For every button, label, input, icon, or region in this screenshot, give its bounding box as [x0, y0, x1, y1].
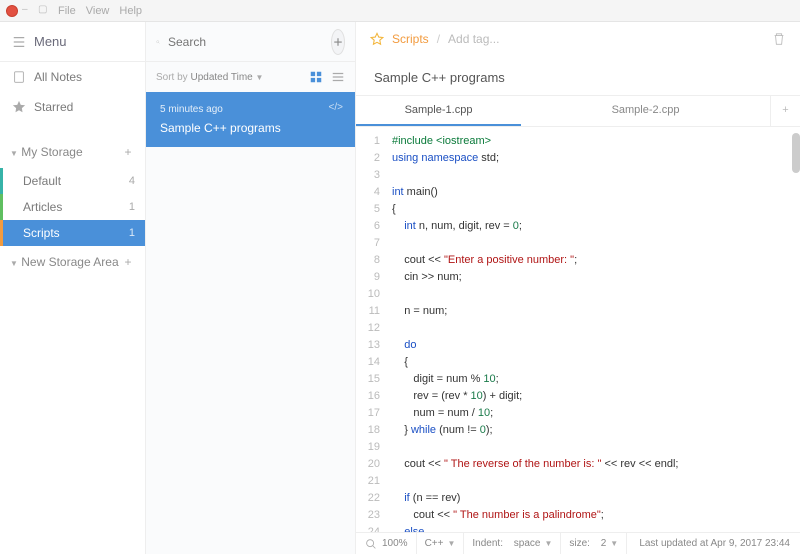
editor-tab[interactable]: Sample-2.cpp [521, 96, 770, 126]
note-title[interactable]: Sample C++ programs [356, 56, 800, 95]
window-min-button[interactable]: – [22, 5, 34, 17]
code-editor[interactable]: 1234567891011121314151617181920212223242… [356, 127, 800, 532]
add-tag-input[interactable]: Add tag... [448, 32, 499, 46]
scrollbar-thumb[interactable] [792, 133, 800, 173]
sidebar: Menu All Notes Starred ▼ My Storage+Defa… [0, 22, 146, 554]
breadcrumb-sep: / [437, 32, 440, 46]
sort-control[interactable]: Sort by Updated Time ▼ [156, 72, 263, 83]
editor: Scripts / Add tag... Sample C++ programs… [356, 22, 800, 554]
search-input[interactable] [168, 35, 323, 49]
status-zoom[interactable]: 100% [356, 533, 417, 554]
plus-icon[interactable]: + [121, 145, 135, 159]
note-list: Sort by Updated Time ▼ 5 minutes agoSamp… [146, 22, 356, 554]
window-close-button[interactable] [6, 5, 18, 17]
status-lang[interactable]: C++ ▼ [417, 533, 465, 554]
editor-tab[interactable]: Sample-1.cpp [356, 96, 521, 126]
sidebar-folder-articles[interactable]: Articles1 [0, 194, 145, 220]
app-menu-help[interactable]: Help [119, 5, 142, 17]
sidebar-folder-scripts[interactable]: Scripts1 [0, 220, 145, 246]
book-icon [12, 70, 26, 84]
breadcrumb-folder[interactable]: Scripts [392, 32, 429, 46]
menu-toggle[interactable]: Menu [0, 22, 145, 62]
starred-label: Starred [34, 100, 73, 114]
status-updated: Last updated at Apr 9, 2017 23:44 [629, 538, 800, 549]
app-menu-view[interactable]: View [86, 5, 110, 17]
hamburger-icon [12, 35, 26, 49]
app-menus: File View Help [58, 5, 142, 17]
app: Menu All Notes Starred ▼ My Storage+Defa… [0, 22, 800, 554]
star-outline-icon[interactable] [370, 32, 384, 46]
plus-icon[interactable]: + [121, 255, 135, 269]
sidebar-folder-default[interactable]: Default4 [0, 168, 145, 194]
sidebar-all-notes[interactable]: All Notes [0, 62, 145, 92]
sort-row: Sort by Updated Time ▼ [146, 62, 355, 92]
status-indent[interactable]: Indent: space ▼ [464, 533, 561, 554]
app-menu-file[interactable]: File [58, 5, 76, 17]
editor-tabs: Sample-1.cppSample-2.cpp+ [356, 95, 800, 127]
add-note-button[interactable] [331, 29, 345, 55]
trash-icon[interactable] [772, 32, 786, 46]
star-icon [12, 100, 26, 114]
window-controls: – ▢ [6, 5, 50, 17]
storage-section[interactable]: ▼ My Storage+ [0, 136, 145, 168]
note-card[interactable]: 5 minutes agoSample C++ programs</> [146, 92, 355, 147]
status-bar: 100% C++ ▼ Indent: space ▼ size: 2 ▼ Las… [356, 532, 800, 554]
list-view-icon[interactable] [331, 70, 345, 84]
code-body[interactable]: #include <iostream>using namespace std;i… [386, 127, 800, 532]
code-icon: </> [329, 102, 343, 113]
sidebar-starred[interactable]: Starred [0, 92, 145, 122]
window-max-button[interactable]: ▢ [38, 5, 50, 17]
search-row [146, 22, 355, 62]
titlebar: – ▢ File View Help [0, 0, 800, 22]
zoom-icon [364, 537, 378, 551]
status-size[interactable]: size: 2 ▼ [561, 533, 627, 554]
storage-section[interactable]: ▼ New Storage Area+ [0, 246, 145, 278]
add-tab-button[interactable]: + [770, 96, 800, 126]
all-notes-label: All Notes [34, 70, 82, 84]
menu-label: Menu [34, 34, 67, 49]
editor-header: Scripts / Add tag... [356, 22, 800, 56]
grid-view-icon[interactable] [309, 70, 323, 84]
search-icon [156, 35, 160, 49]
line-gutter: 1234567891011121314151617181920212223242… [356, 127, 386, 532]
